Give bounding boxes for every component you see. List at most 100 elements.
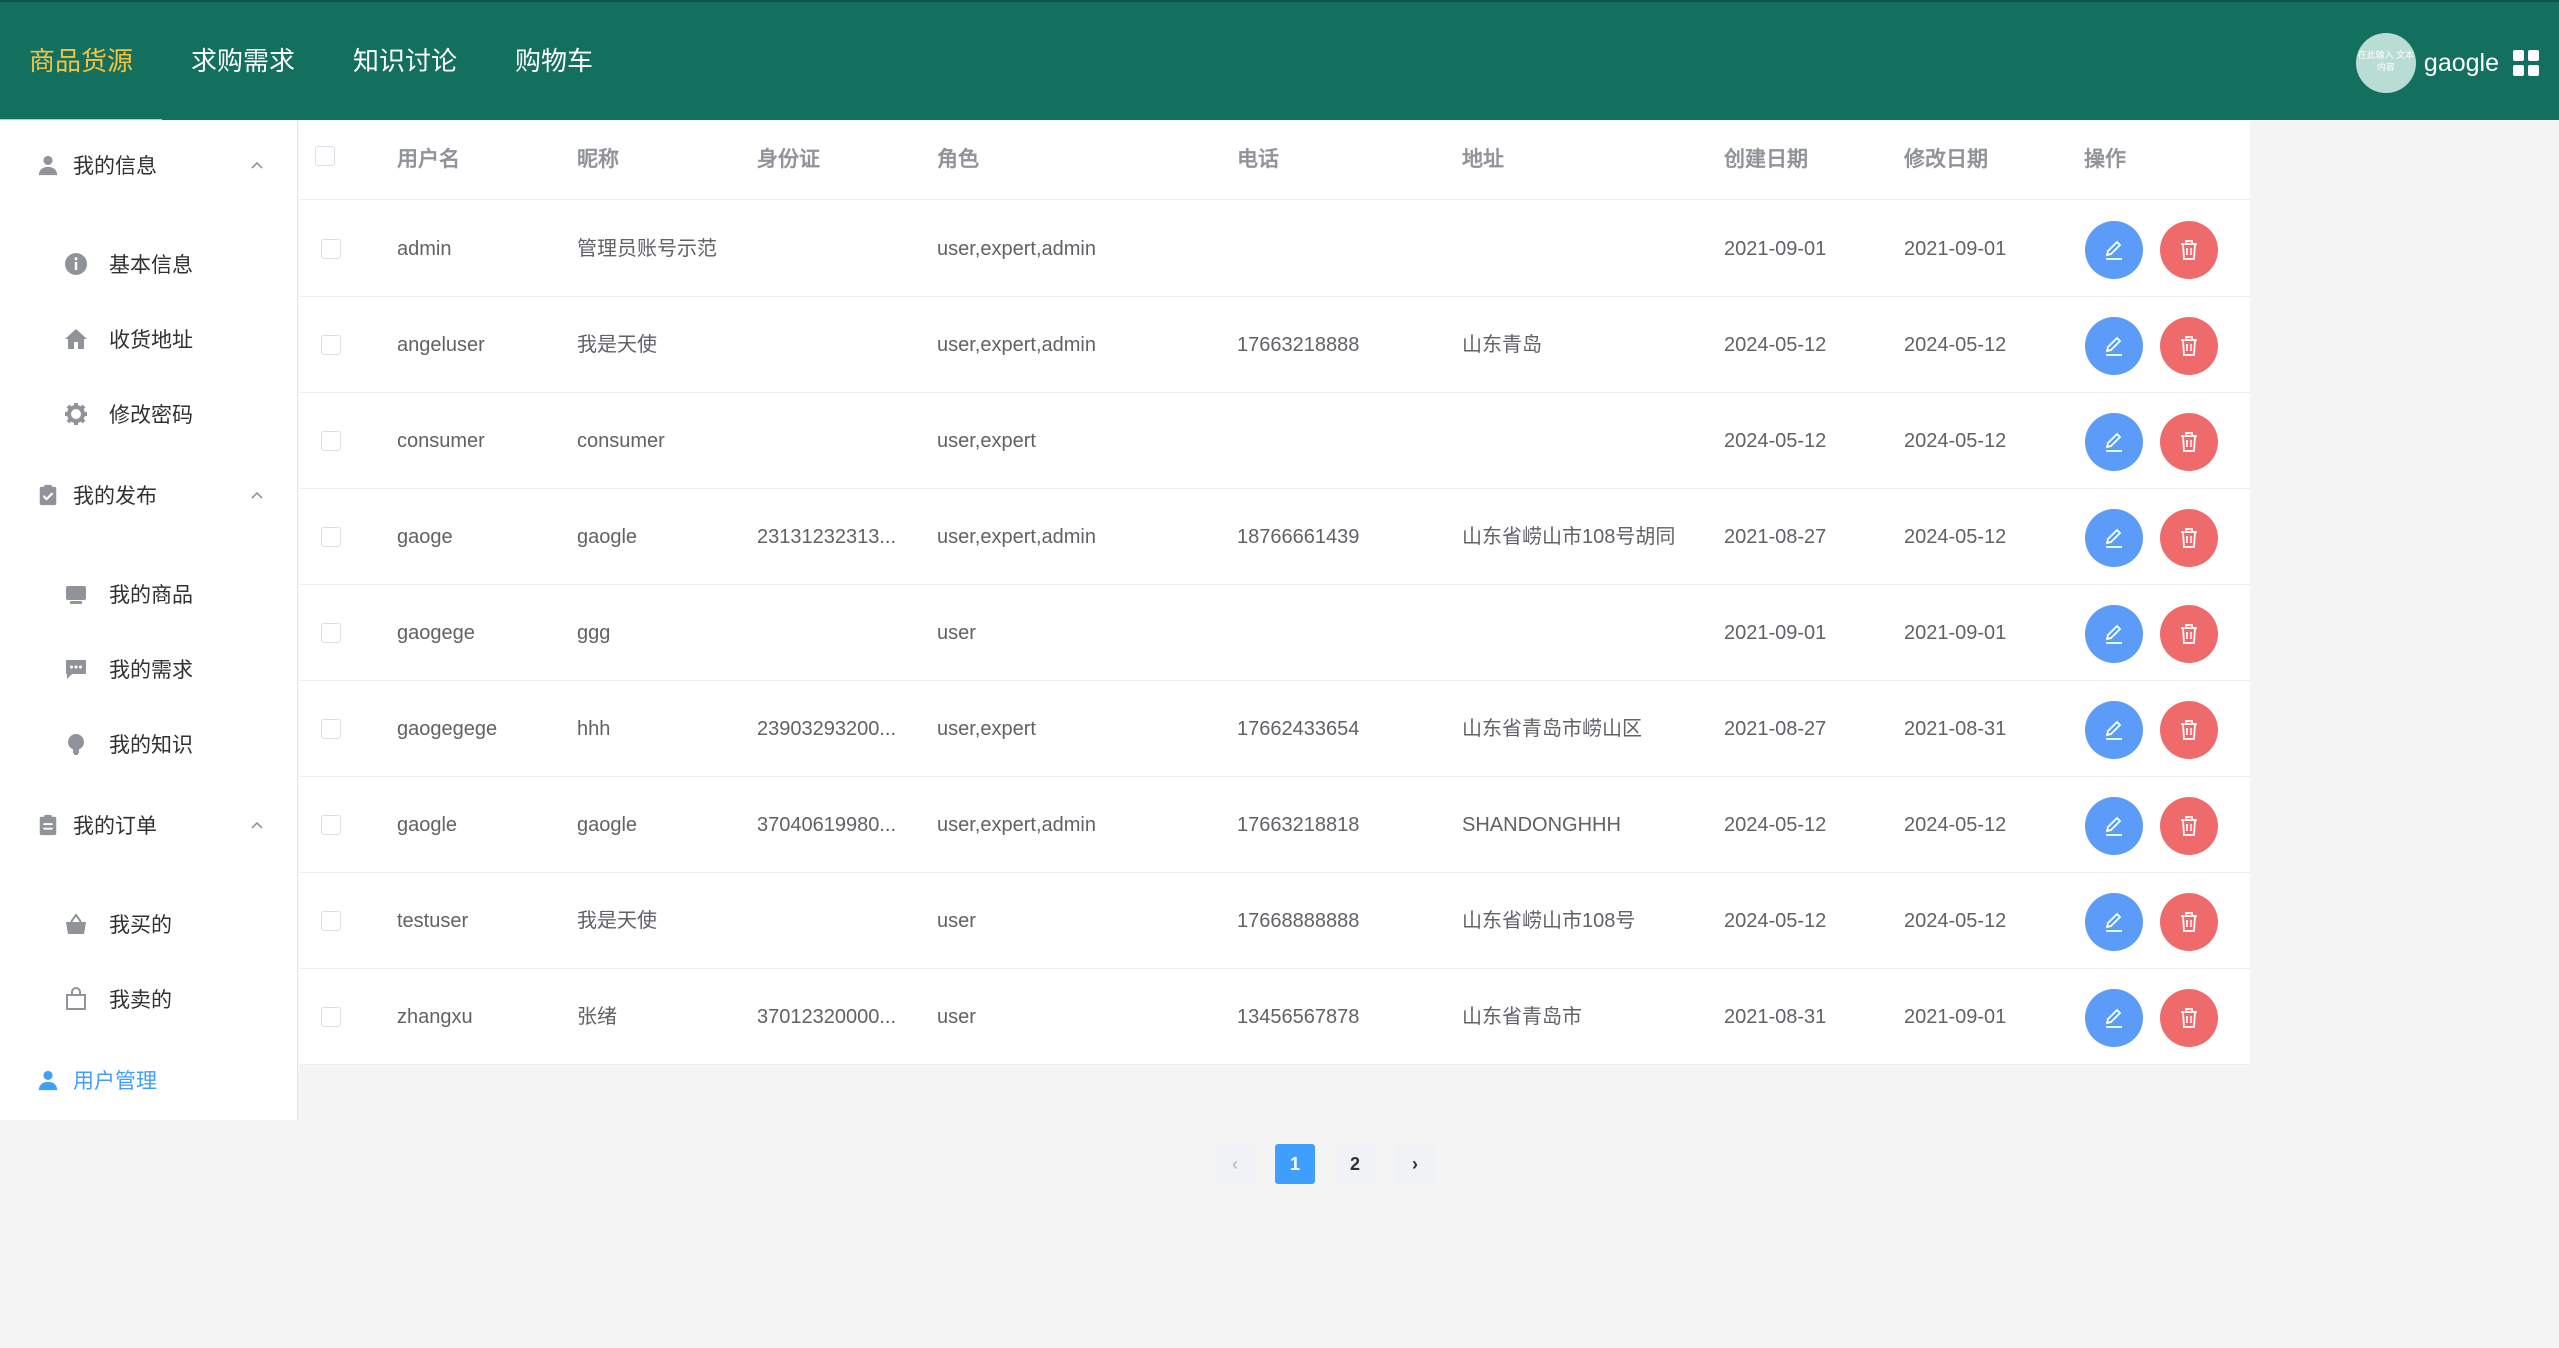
delete-button[interactable]	[2160, 221, 2218, 279]
row-checkbox[interactable]	[321, 623, 341, 643]
delete-button[interactable]	[2160, 317, 2218, 375]
column-header-address: 地址	[1462, 148, 1504, 171]
sidebar-item-label: 用户管理	[73, 1070, 157, 1093]
cell-address	[1462, 201, 1717, 297]
row-checkbox[interactable]	[321, 1007, 341, 1027]
sidebar-item-bought[interactable]: 我买的	[0, 896, 298, 952]
cell-phone: 17663218888	[1237, 334, 1360, 356]
delete-button[interactable]	[2160, 701, 2218, 759]
cell-username: gaoge	[397, 526, 453, 548]
nav-item-cart[interactable]: 购物车	[486, 2, 622, 122]
edit-button[interactable]	[2085, 605, 2143, 663]
edit-button[interactable]	[2085, 989, 2143, 1047]
cell-username: gaogege	[397, 622, 475, 644]
cell-roles: user,expert,admin	[937, 334, 1096, 356]
delete-button[interactable]	[2160, 509, 2218, 567]
sidebar-group-my-info[interactable]: 我的信息	[0, 135, 298, 195]
username-label[interactable]: gaogle	[2424, 49, 2499, 78]
edit-button[interactable]	[2085, 701, 2143, 759]
edit-button[interactable]	[2085, 317, 2143, 375]
nav-item-purchase-demand[interactable]: 求购需求	[162, 2, 324, 122]
row-checkbox[interactable]	[321, 815, 341, 835]
table-row: admin 管理员账号示范 user,expert,admin 2021-09-01 2…	[299, 201, 2250, 297]
sidebar-item-user-management[interactable]: 用户管理	[0, 1050, 298, 1110]
cell-nickname: 我是天使	[577, 334, 657, 356]
chevron-up-icon	[251, 821, 263, 829]
table-row: gaogle gaogle 37040619980... user,expert,ad…	[299, 777, 2250, 873]
sidebar-item-my-goods[interactable]: 我的商品	[0, 566, 298, 622]
sidebar-item-shipping-address[interactable]: 收货地址	[0, 311, 298, 367]
table-row: angeluser 我是天使 user,expert,admin 1766321888…	[299, 297, 2250, 393]
cell-phone	[1237, 585, 1452, 681]
row-checkbox[interactable]	[321, 239, 341, 259]
edit-button[interactable]	[2085, 509, 2143, 567]
pagination: ‹ 1 2 ›	[1215, 1144, 1439, 1184]
delete-button[interactable]	[2160, 797, 2218, 855]
info-icon	[65, 253, 87, 275]
column-header-phone: 电话	[1237, 148, 1279, 171]
cell-roles: user	[937, 1006, 976, 1028]
sidebar-item-change-password[interactable]: 修改密码	[0, 386, 298, 442]
cell-nickname: 我是天使	[577, 910, 657, 932]
table-row: consumer consumer user,expert 2024-05-12 202…	[299, 393, 2250, 489]
cell-modified-date: 2024-05-12	[1904, 814, 2007, 836]
basket-icon	[66, 913, 86, 934]
apps-grid-icon[interactable]	[2513, 50, 2539, 76]
sidebar-item-my-knowledge[interactable]: 我的知识	[0, 716, 298, 772]
prev-page-button[interactable]: ‹	[1215, 1144, 1255, 1184]
trash-icon	[2181, 240, 2197, 260]
cell-id-card: 23131232313...	[757, 526, 897, 548]
sidebar-group-label: 我的发布	[73, 485, 157, 508]
cell-created-date: 2024-05-12	[1724, 814, 1827, 836]
cell-address: 山东省崂山市108号胡同	[1462, 526, 1676, 548]
cell-address	[1462, 393, 1717, 489]
cell-roles: user	[937, 622, 976, 644]
sidebar-item-basic-info[interactable]: 基本信息	[0, 236, 298, 292]
sidebar-item-my-demand[interactable]: 我的需求	[0, 641, 298, 697]
edit-button[interactable]	[2085, 893, 2143, 951]
row-checkbox[interactable]	[321, 527, 341, 547]
column-header-nickname: 昵称	[577, 148, 619, 171]
user-icon	[38, 155, 58, 176]
select-all-checkbox[interactable]	[315, 146, 335, 166]
next-page-button[interactable]: ›	[1395, 1144, 1435, 1184]
edit-icon	[2105, 624, 2122, 644]
edit-icon	[2105, 912, 2122, 932]
delete-button[interactable]	[2160, 413, 2218, 471]
edit-button[interactable]	[2085, 413, 2143, 471]
table-row: gaogege ggg user 2021-09-01 2021-09-01	[299, 585, 2250, 681]
sidebar-item-label: 我买的	[109, 914, 172, 937]
edit-button[interactable]	[2085, 797, 2143, 855]
nav-item-goods-source[interactable]: 商品货源	[0, 2, 163, 122]
nav-item-knowledge[interactable]: 知识讨论	[324, 2, 486, 122]
page-button[interactable]: 2	[1335, 1144, 1375, 1184]
trash-icon	[2181, 432, 2197, 452]
sidebar-item-label: 收货地址	[109, 329, 193, 352]
row-checkbox[interactable]	[321, 335, 341, 355]
user-menu[interactable]: 在此输入 文本内容 gaogle	[2355, 32, 2539, 94]
delete-button[interactable]	[2160, 989, 2218, 1047]
edit-button[interactable]	[2085, 221, 2143, 279]
cell-modified-date: 2024-05-12	[1904, 526, 2007, 548]
trash-icon	[2181, 816, 2197, 836]
cell-id-card	[757, 585, 907, 681]
row-checkbox[interactable]	[321, 719, 341, 739]
cell-username: testuser	[397, 910, 469, 932]
column-header-actions: 操作	[2084, 148, 2126, 171]
sidebar-group-my-publish[interactable]: 我的发布	[0, 465, 298, 525]
delete-button[interactable]	[2160, 893, 2218, 951]
sidebar-item-sold[interactable]: 我卖的	[0, 971, 298, 1027]
cell-roles: user,expert,admin	[937, 238, 1096, 260]
row-checkbox[interactable]	[321, 431, 341, 451]
column-header-id-card: 身份证	[757, 148, 820, 171]
delete-button[interactable]	[2160, 605, 2218, 663]
avatar[interactable]: 在此输入 文本内容	[2355, 33, 2416, 93]
cell-modified-date: 2024-05-12	[1904, 910, 2007, 932]
user-table: 用户名 昵称 身份证 角色 电话 地址 创建日期 修改日期 操作 admin 管理…	[299, 120, 2250, 1065]
trash-icon	[2181, 624, 2197, 644]
sidebar-group-my-orders[interactable]: 我的订单	[0, 795, 298, 855]
sidebar-item-label: 我的知识	[109, 734, 193, 757]
row-checkbox[interactable]	[321, 911, 341, 931]
page-button[interactable]: 1	[1275, 1144, 1315, 1184]
sidebar-item-label: 我的商品	[109, 584, 193, 607]
